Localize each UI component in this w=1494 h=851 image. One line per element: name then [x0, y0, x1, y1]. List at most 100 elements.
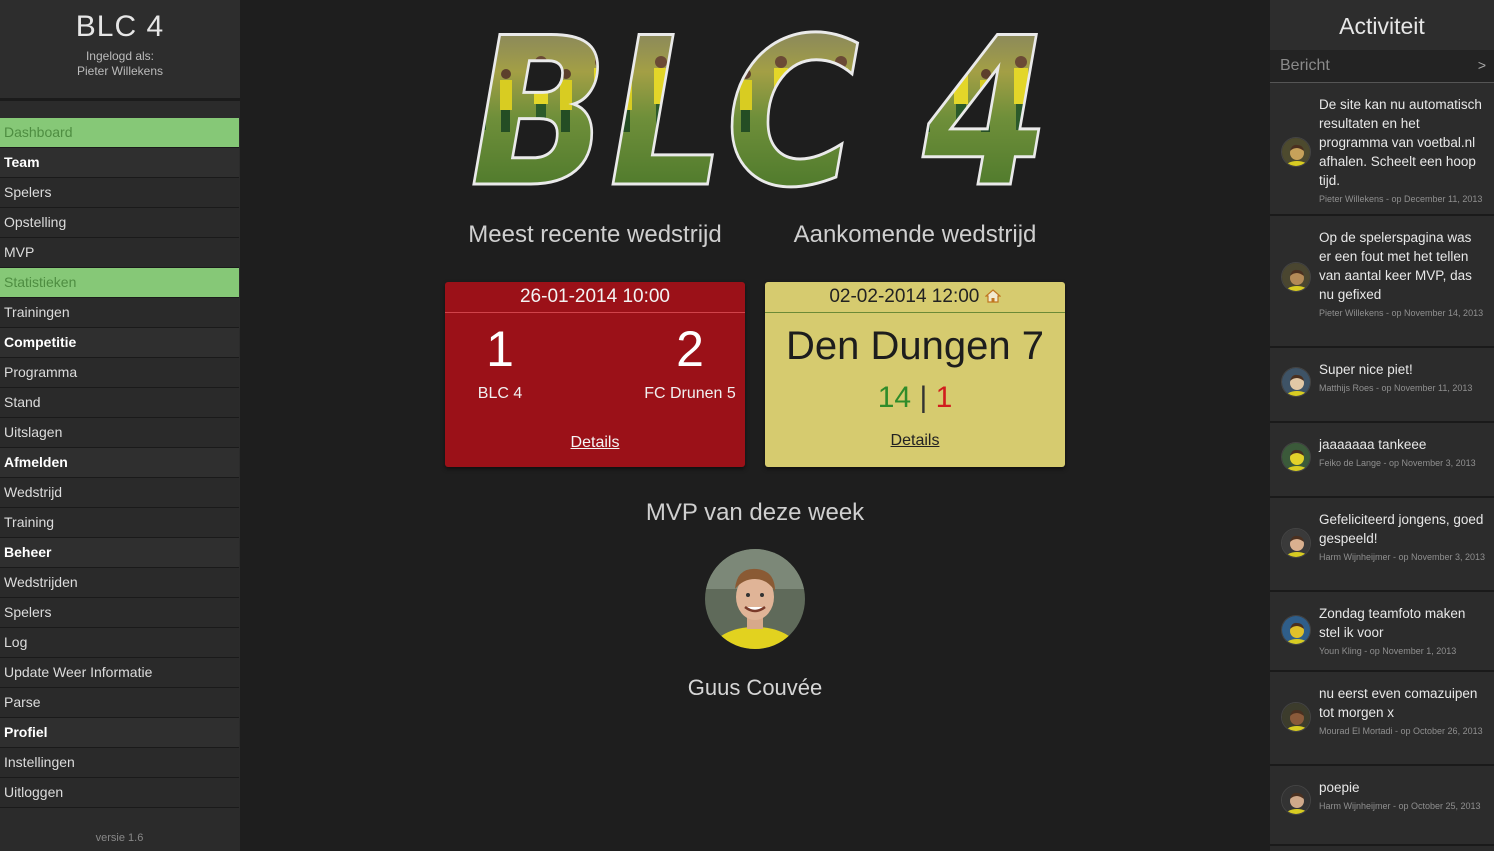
activity-item: Gefeliciteerd jongens, goed gespeeld! Har…: [1270, 498, 1494, 592]
recent-details-link[interactable]: Details: [445, 434, 745, 452]
activity-item: De site kan nu automatisch resultaten en…: [1270, 83, 1494, 216]
avatar[interactable]: [1281, 702, 1311, 732]
activity-content: jaaaaaaa tankeee Feiko de Lange - op Nove…: [1319, 435, 1486, 470]
login-info: Ingelogd als: Pieter Willekens: [0, 49, 240, 79]
home-team: BLC 4: [477, 385, 523, 402]
send-button[interactable]: >: [1478, 57, 1486, 73]
menu-header-team: Team: [0, 148, 239, 178]
menu-item-spelers[interactable]: Spelers: [0, 178, 239, 208]
menu-item-instellingen[interactable]: Instellingen: [0, 748, 239, 778]
menu-item-trainingen[interactable]: Trainingen: [0, 298, 239, 328]
avatar[interactable]: [1281, 615, 1311, 645]
mvp-photo[interactable]: [705, 549, 805, 649]
menu-header-afmelden: Afmelden: [0, 448, 239, 478]
activity-meta: Pieter Willekens - op December 11, 2013: [1319, 194, 1483, 204]
home-score: 1: [486, 321, 514, 377]
activity-meta: Matthijs Roes - op November 11, 2013: [1319, 383, 1473, 393]
logged-in-user: Pieter Willekens: [76, 64, 164, 78]
version-label: versie 1.6: [95, 832, 144, 844]
menu-item-update-weer-informatie[interactable]: Update Weer Informatie: [0, 658, 239, 688]
menu-item-log[interactable]: Log: [0, 628, 239, 658]
wins-count: 14: [877, 381, 912, 414]
upcoming-match-heading: Aankomende wedstrijd: [793, 221, 1037, 248]
activity-meta: Harm Wijnheijmer - op November 3, 2013: [1319, 552, 1486, 562]
menu-item-uitslagen[interactable]: Uitslagen: [0, 418, 239, 448]
activity-item: Zondag teamfoto maken stel ik voor Youn K…: [1270, 592, 1494, 672]
menu-header-profiel: Profiel: [0, 718, 239, 748]
activity-list: De site kan nu automatisch resultaten en…: [1270, 83, 1494, 846]
menu-item-stand[interactable]: Stand: [0, 388, 239, 418]
menu-header-beheer: Beheer: [0, 538, 239, 568]
activity-item: jaaaaaaa tankeee Feiko de Lange - op Nove…: [1270, 423, 1494, 498]
main-menu: Dashboard Team Spelers Opstelling MVP Statist…: [0, 118, 239, 808]
avatar[interactable]: [1281, 262, 1311, 292]
upcoming-details-link[interactable]: Details: [765, 432, 1065, 450]
activity-item: Super nice piet! Matthijs Roes - op Novem…: [1270, 348, 1494, 423]
menu-item-training[interactable]: Training: [0, 508, 239, 538]
message-row: >: [1270, 50, 1494, 83]
menu-item-statistieken[interactable]: Statistieken: [0, 268, 239, 298]
head-to-head-record: 14 | 1: [765, 381, 1065, 415]
activity-content: Super nice piet! Matthijs Roes - op Novem…: [1319, 360, 1486, 395]
activity-content: poepie Harm Wijnheijmer - op October 25, …: [1319, 778, 1486, 813]
site-title: BLC 4: [75, 10, 165, 43]
activity-content: Gefeliciteerd jongens, goed gespeeld! Har…: [1319, 510, 1486, 564]
activity-meta: Harm Wijnheijmer - op October 25, 2013: [1319, 801, 1481, 811]
away-score: 2: [676, 321, 704, 377]
activity-content: nu eerst even comazuipen tot morgen x Mou…: [1319, 684, 1486, 738]
record-separator: |: [919, 381, 928, 414]
recent-match-heading: Meest recente wedstrijd: [468, 221, 722, 248]
mvp-name: Guus Couvée: [687, 675, 823, 700]
activity-message: Gefeliciteerd jongens, goed gespeeld!: [1319, 512, 1484, 546]
activity-item: Op de spelerspagina was er een fout met …: [1270, 216, 1494, 348]
activity-item: nu eerst even comazuipen tot morgen x Mou…: [1270, 672, 1494, 766]
activity-message: nu eerst even comazuipen tot morgen x: [1319, 686, 1478, 720]
menu-item-programma[interactable]: Programma: [0, 358, 239, 388]
activity-message: Super nice piet!: [1319, 362, 1413, 377]
avatar[interactable]: [1281, 785, 1311, 815]
logged-in-label: Ingelogd als:: [85, 49, 155, 63]
activity-message: jaaaaaaa tankeee: [1319, 437, 1427, 452]
activity-meta: Mourad El Mortadi - op October 26, 2013: [1319, 726, 1483, 736]
losses-count: 1: [935, 381, 953, 414]
activity-message: poepie: [1319, 780, 1360, 795]
activity-message: Op de spelerspagina was er een fout met …: [1319, 230, 1472, 302]
activity-content: Zondag teamfoto maken stel ik voor Youn K…: [1319, 604, 1486, 658]
avatar[interactable]: [1281, 137, 1311, 167]
avatar[interactable]: [1281, 367, 1311, 397]
avatar[interactable]: [1281, 442, 1311, 472]
team-logo: BLC 4: [469, 8, 1052, 190]
menu-item-wedstrijden[interactable]: Wedstrijden: [0, 568, 239, 598]
activity-meta: Feiko de Lange - op November 3, 2013: [1319, 458, 1476, 468]
menu-item-parse[interactable]: Parse: [0, 688, 239, 718]
logo-text: BLC 4: [470, 8, 1050, 190]
activity-title: Activiteit: [1270, 0, 1494, 50]
activity-message: Zondag teamfoto maken stel ik voor: [1319, 606, 1466, 640]
upcoming-match-date-row: 02-02-2014 12:00: [765, 282, 1065, 313]
brand-header: BLC 4 Ingelogd als: Pieter Willekens: [0, 0, 240, 101]
upcoming-match-card: 02-02-2014 12:00 Den Dungen 7 14 | 1 Det…: [765, 282, 1065, 467]
activity-content: De site kan nu automatisch resultaten en…: [1319, 95, 1486, 206]
menu-item-spelers[interactable]: Spelers: [0, 598, 239, 628]
activity-item: poepie Harm Wijnheijmer - op October 25, …: [1270, 766, 1494, 846]
opponent-name: Den Dungen 7: [786, 324, 1044, 368]
message-input[interactable]: [1270, 50, 1494, 82]
menu-item-uitloggen[interactable]: Uitloggen: [0, 778, 239, 808]
menu-item-wedstrijd[interactable]: Wedstrijd: [0, 478, 239, 508]
activity-content: Op de spelerspagina was er een fout met …: [1319, 228, 1486, 320]
menu-item-dashboard[interactable]: Dashboard: [0, 118, 239, 148]
menu-header-competitie: Competitie: [0, 328, 239, 358]
menu-item-opstelling[interactable]: Opstelling: [0, 208, 239, 238]
upcoming-match-date: 02-02-2014 12:00: [829, 286, 980, 307]
home-icon: [984, 289, 1002, 303]
away-team: FC Drunen 5: [644, 385, 736, 402]
main-content: BLC 4 Meest recente wedstrijd Aankomende…: [240, 0, 1270, 851]
activity-meta: Youn Kling - op November 1, 2013: [1319, 646, 1457, 656]
recent-match-date: 26-01-2014 10:00: [445, 282, 745, 313]
sidebar: BLC 4 Ingelogd als: Pieter Willekens Das…: [0, 0, 240, 851]
recent-match-card: 26-01-2014 10:00 1 2 BLC 4 FC Drunen 5 D…: [445, 282, 745, 467]
activity-message: De site kan nu automatisch resultaten en…: [1319, 97, 1482, 188]
menu-item-mvp[interactable]: MVP: [0, 238, 239, 268]
avatar[interactable]: [1281, 528, 1311, 558]
mvp-heading: MVP van deze week: [645, 499, 865, 526]
